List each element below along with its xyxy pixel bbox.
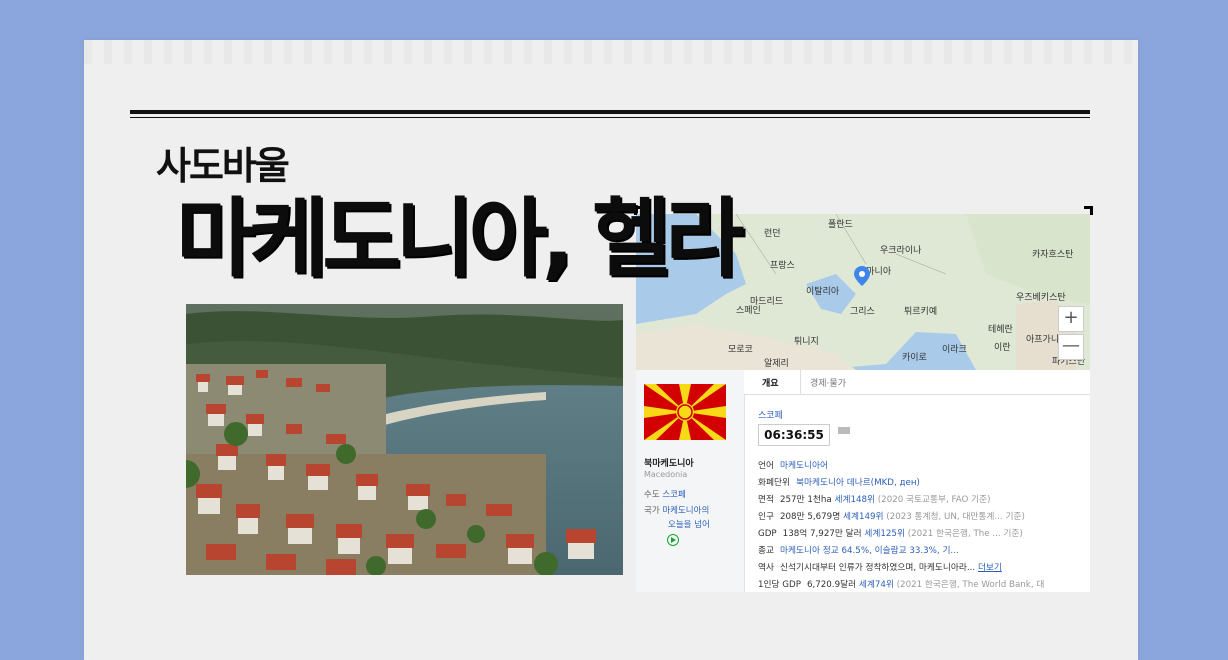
row-source: (2021 한국은행, The World Bank, 대: [896, 580, 1045, 590]
tab-overview[interactable]: 개요: [762, 376, 779, 389]
row-link[interactable]: 세계74위: [859, 580, 894, 590]
map-label: 이란: [994, 343, 1011, 353]
info-row-currency: 화폐단위 북마케도니아 데나르(MKD, ден): [758, 475, 1090, 492]
info-rows: 언어 마케도니아어 화폐단위 북마케도니아 데나르(MKD, ден) 면적 257만…: [758, 458, 1090, 592]
country-summary: 북마케도니아 Macedonia 수도 스코페 국가 마케도니아의 오늘을 넘어: [636, 370, 745, 592]
header-rule-thin: [130, 117, 1090, 118]
info-row-population: 인구 208만 5,679명 세계149위 (2023 통계청, UN, 대만통계…: [758, 509, 1090, 526]
row-value: 257만 1천ha: [780, 495, 832, 505]
map-label: 그리스: [850, 307, 875, 317]
map-label: 우즈베키스탄: [1016, 293, 1066, 303]
map-label: 우크라이나: [880, 246, 922, 256]
zoom-out-button[interactable]: —: [1058, 334, 1084, 360]
row-link[interactable]: 마케도니아 정교 64.5%, 이슬람교 33.3%, 기...: [780, 546, 959, 556]
row-value: 208만 5,679명: [780, 512, 841, 522]
row-key: GDP: [758, 529, 777, 539]
kicker-title: 사도바울: [156, 144, 290, 188]
lake-town-photo: [186, 304, 623, 575]
row-link[interactable]: 세계149위: [843, 512, 884, 522]
map-label: 런던: [764, 229, 781, 239]
info-row-religion: 종교 마케도니아 정교 64.5%, 이슬람교 33.3%, 기...: [758, 543, 1090, 560]
clock-badge: [838, 427, 850, 434]
map-label: 이라크: [942, 345, 967, 355]
map-label: 알제리: [764, 359, 789, 369]
row-value: 138억 7,927만 달러: [782, 529, 862, 539]
row-link[interactable]: 세계148위: [834, 495, 875, 505]
anthem-link-2[interactable]: 오늘을 넘어: [668, 518, 710, 530]
row-value: 6,720.9달러: [806, 580, 857, 590]
local-clock: 06:36:55: [758, 424, 830, 446]
map-label: 테헤란: [988, 325, 1013, 335]
info-row-gdp: GDP 138억 7,927만 달러 세계125위 (2021 한국은행, The…: [758, 526, 1090, 543]
map-label: 폴란드: [828, 220, 853, 230]
more-link[interactable]: 더보기: [978, 563, 1002, 573]
headline: 마케도니아, 헬라: [176, 189, 744, 289]
location-pin-icon[interactable]: [854, 266, 870, 286]
map-label: 이탈리아: [806, 287, 840, 297]
row-value: 신석기시대부터 인류가 정착하였으며, 마케도니아라...: [780, 563, 976, 573]
info-row-language: 언어 마케도니아어: [758, 458, 1090, 475]
row-key: 인구: [758, 512, 774, 522]
row-key: 화폐단위: [758, 478, 790, 488]
row-source: (2020 국토교통부, FAO 기준): [877, 495, 991, 505]
anthem-row: 국가 마케도니아의: [644, 504, 709, 516]
row-source: (2023 통계청, UN, 대만통계... 기준): [886, 512, 1025, 522]
row-key: 역사: [758, 563, 774, 573]
row-key: 언어: [758, 461, 774, 471]
country-name: 북마케도니아: [644, 459, 694, 469]
capital-row: 수도 스코페: [644, 488, 686, 500]
row-key: 1인당 GDP: [758, 580, 801, 590]
map-label: 튀르키예: [904, 307, 938, 317]
tab-economy[interactable]: 경제·물가: [810, 376, 846, 389]
info-row-area: 면적 257만 1천ha 세계148위 (2020 국토교통부, FAO 기준): [758, 492, 1090, 509]
map-label: 프랑스: [770, 261, 795, 271]
capital-label: 수도: [644, 490, 660, 500]
row-link[interactable]: 세계125위: [864, 529, 905, 539]
header-rule-thick: [130, 110, 1090, 114]
zoom-in-button[interactable]: +: [1058, 306, 1084, 332]
anthem-link[interactable]: 마케도니아의: [662, 506, 709, 516]
row-key: 종교: [758, 546, 774, 556]
row-link[interactable]: 북마케도니아 데나르(MKD, ден): [796, 478, 920, 488]
row-link[interactable]: 마케도니아어: [780, 461, 828, 471]
row-source: (2021 한국은행, The ... 기준): [907, 529, 1023, 539]
info-row-history: 역사 신석기시대부터 인류가 정착하였으며, 마케도니아라... 더보기: [758, 560, 1090, 577]
flag-icon: [644, 384, 726, 440]
country-name-en: Macedonia: [644, 470, 688, 479]
map-label: 모로코: [728, 345, 753, 355]
map-label: 튀니지: [794, 337, 819, 347]
country-info: 북마케도니아 Macedonia 수도 스코페 국가 마케도니아의 오늘을 넘어…: [636, 370, 1090, 592]
frame-corner: [1084, 206, 1093, 215]
timezone-city[interactable]: 스코페: [758, 408, 783, 421]
map-label: 카이로: [902, 353, 927, 363]
map-label: 스페인: [736, 306, 761, 316]
row-key: 면적: [758, 495, 774, 505]
map-label: 카자흐스탄: [1032, 250, 1074, 260]
capital-link[interactable]: 스코페: [662, 490, 685, 500]
anthem-label: 국가: [644, 506, 660, 516]
play-icon[interactable]: [667, 534, 679, 546]
info-row-gdp-per-capita: 1인당 GDP 6,720.9달러 세계74위 (2021 한국은행, The W…: [758, 577, 1090, 592]
